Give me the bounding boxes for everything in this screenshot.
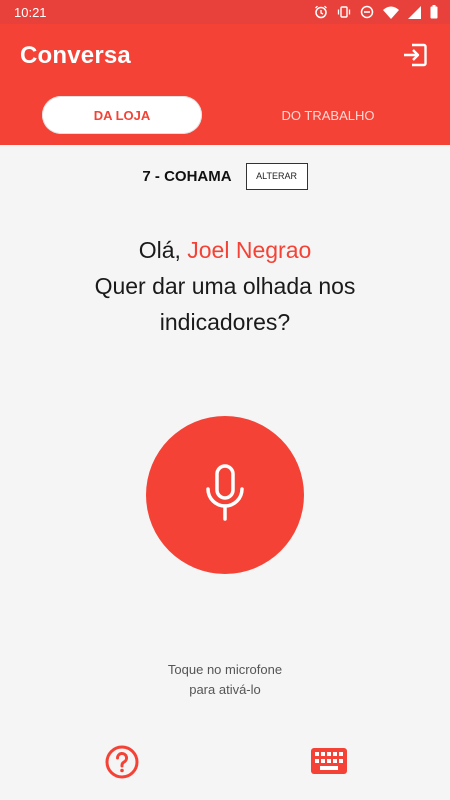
logout-icon (402, 42, 428, 73)
vibrate-icon (337, 5, 351, 19)
microphone-button[interactable] (146, 416, 304, 574)
status-time: 10:21 (14, 4, 47, 20)
keyboard-icon (311, 747, 347, 779)
app-bar: Conversa DA LOJA DO TRABALHO (0, 24, 450, 145)
status-bar: 10:21 (0, 0, 450, 24)
status-icons (314, 5, 438, 19)
page-title: Conversa (20, 42, 131, 69)
logout-button[interactable] (398, 40, 432, 74)
wifi-icon (383, 6, 399, 19)
tab-da-loja[interactable]: DA LOJA (42, 96, 202, 134)
greeting-line2: Quer dar uma olhada nos (94, 273, 356, 299)
store-name: 7 - COHAMA (142, 167, 232, 185)
store-selector: 7 - COHAMA ALTERAR (0, 162, 450, 190)
alarm-icon (314, 5, 328, 19)
signal-icon (408, 5, 421, 19)
microphone-icon (203, 463, 247, 527)
do-not-disturb-icon (360, 5, 374, 19)
microphone-hint: Toque no microfone para ativá-lo (0, 660, 450, 700)
hint-line2: para ativá-lo (189, 682, 261, 697)
greeting-line3: indicadores? (159, 309, 291, 335)
greeting: Olá, Joel Negrao Quer dar uma olhada nos… (0, 232, 450, 340)
keyboard-button[interactable] (311, 747, 347, 779)
tab-do-trabalho[interactable]: DO TRABALHO (248, 96, 408, 134)
help-icon (105, 745, 139, 784)
greeting-line1: Olá, Joel Negrao (0, 232, 450, 268)
battery-icon (430, 5, 438, 19)
hint-line1: Toque no microfone (167, 662, 283, 677)
help-button[interactable] (104, 745, 140, 784)
greeting-prefix: Olá, (138, 237, 188, 263)
change-store-button[interactable]: ALTERAR (245, 162, 308, 190)
user-name: Joel Negrao (187, 237, 312, 263)
